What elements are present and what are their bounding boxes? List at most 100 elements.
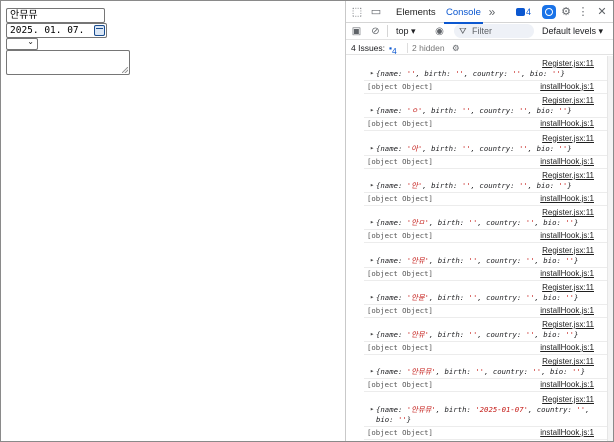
value-birth: '': [455, 69, 464, 78]
value-name: '안뮤': [406, 255, 429, 265]
key-bio: bio:: [543, 218, 566, 228]
expand-triangle-icon: ▸: [370, 218, 375, 227]
row-divider: [364, 378, 613, 380]
log-source-link[interactable]: Register.jsx:11: [542, 357, 594, 366]
value-birth: '': [475, 367, 485, 377]
log-object-preview: {name: '안뮤', birth: '', country: '', bio…: [376, 330, 578, 340]
row-divider: [364, 242, 613, 244]
sep: ,: [428, 255, 438, 265]
sep: ,: [534, 218, 544, 228]
key-country: country:: [486, 330, 526, 340]
key-name: name:: [380, 143, 407, 153]
filter-input[interactable]: ⛛ Filter: [454, 24, 534, 38]
expand-triangle-icon: ▸: [370, 292, 375, 301]
devtools-panel: ⬚ ▭ Elements Console » 4 ⚙ ⋮ ✕ ▣ ⊘ top ▾…: [345, 1, 613, 441]
log-source-link[interactable]: Register.jsx:11: [542, 134, 594, 143]
filter-icon: ⛛: [459, 26, 467, 36]
chevron-down-icon: ⌄: [27, 37, 34, 46]
hook-source-link[interactable]: installHook.js:1: [540, 380, 594, 389]
log-source-link[interactable]: Register.jsx:11: [542, 320, 594, 329]
expand-triangle-icon: ▸: [370, 404, 375, 413]
country-select[interactable]: ⌄: [6, 37, 38, 50]
clear-console-icon[interactable]: ⊘: [370, 26, 381, 37]
inspect-element-icon[interactable]: ⬚: [351, 6, 363, 18]
log-source-link[interactable]: Register.jsx:11: [542, 96, 594, 105]
issues-badge[interactable]: 4: [516, 7, 531, 17]
gear-icon[interactable]: ⚙: [452, 43, 460, 54]
issues-bar: 4 Issues: ▪ 4 2 hidden ⚙: [346, 40, 613, 56]
key-bio: bio:: [536, 180, 559, 190]
extension-icon[interactable]: [542, 5, 556, 19]
key-country: country:: [536, 404, 577, 414]
more-tabs-icon[interactable]: »: [486, 6, 498, 18]
log-source-link[interactable]: Register.jsx:11: [542, 59, 594, 68]
value-bio: '': [558, 180, 568, 190]
kebab-menu-icon[interactable]: ⋮: [577, 6, 589, 18]
context-select[interactable]: top ▾: [396, 26, 416, 37]
issues-count-link[interactable]: ▪ 4: [389, 43, 397, 56]
key-bio: bio:: [529, 69, 552, 78]
value-bio: '': [565, 255, 575, 265]
sep: ,: [477, 330, 487, 340]
sep: ,: [477, 292, 487, 302]
console-scrollbar[interactable]: [607, 56, 613, 441]
name-input[interactable]: 안뮤뮤: [6, 8, 105, 23]
log-source-link[interactable]: Register.jsx:11: [542, 283, 594, 292]
log-source-link[interactable]: Register.jsx:11: [542, 395, 594, 404]
value-bio: '': [551, 69, 561, 78]
sep: ,: [422, 143, 432, 153]
key-name: name:: [380, 367, 407, 377]
tab-elements[interactable]: Elements: [396, 7, 436, 18]
bio-textarea[interactable]: [6, 50, 130, 75]
hook-source-link[interactable]: installHook.js:1: [540, 428, 594, 437]
log-source-link[interactable]: Register.jsx:11: [542, 208, 594, 217]
log-object-preview: {name: '안뮤뮤', birth: '', country: '', bi…: [376, 367, 585, 377]
calendar-icon[interactable]: [94, 25, 105, 36]
log-source-link[interactable]: Register.jsx:11: [542, 246, 594, 255]
eye-icon[interactable]: ◉: [434, 26, 445, 37]
log-levels-select[interactable]: Default levels ▾: [542, 26, 603, 37]
key-country: country:: [472, 69, 513, 78]
expand-triangle-icon: ▸: [370, 330, 375, 339]
value-birth: '': [461, 143, 471, 153]
sidebar-toggle-icon[interactable]: ▣: [351, 26, 362, 37]
key-name: name:: [380, 330, 407, 340]
hook-source-link[interactable]: installHook.js:1: [540, 306, 594, 315]
devtools-tab-bar: ⬚ ▭ Elements Console » 4 ⚙ ⋮ ✕: [346, 1, 613, 24]
close-icon[interactable]: ✕: [596, 6, 608, 18]
gear-icon[interactable]: ⚙: [560, 6, 572, 18]
key-country: country:: [479, 106, 519, 116]
sep: ,: [527, 404, 537, 414]
birth-date-input[interactable]: 2025. 01. 07.: [6, 23, 107, 38]
sep: ,: [527, 106, 537, 116]
sep: ,: [527, 180, 537, 190]
hook-source-link[interactable]: installHook.js:1: [540, 194, 594, 203]
tab-console[interactable]: Console: [444, 7, 483, 24]
key-birth: birth:: [437, 255, 469, 265]
key-birth: birth:: [437, 218, 469, 228]
row-divider: [364, 279, 613, 281]
hook-source-link[interactable]: installHook.js:1: [540, 119, 594, 128]
sep: ,: [477, 218, 487, 228]
sep: ,: [435, 404, 445, 414]
brace: }: [567, 180, 572, 190]
expand-triangle-icon: ▸: [370, 367, 375, 376]
hook-source-link[interactable]: installHook.js:1: [540, 157, 594, 166]
hook-source-link[interactable]: installHook.js:1: [540, 343, 594, 352]
resize-grip-icon[interactable]: [122, 67, 128, 73]
expand-triangle-icon: ▸: [370, 69, 375, 77]
key-bio: bio:: [543, 292, 566, 302]
expand-triangle-icon: ▸: [370, 255, 375, 264]
hook-source-link[interactable]: installHook.js:1: [540, 231, 594, 240]
hook-source-link[interactable]: installHook.js:1: [540, 82, 594, 91]
value-name: '안뮤': [406, 330, 429, 340]
device-toolbar-icon[interactable]: ▭: [370, 6, 382, 18]
key-name: name:: [380, 292, 407, 302]
expand-triangle-icon: ▸: [370, 106, 375, 115]
row-divider: [364, 130, 613, 132]
hook-source-link[interactable]: installHook.js:1: [540, 269, 594, 278]
log-source-link[interactable]: Register.jsx:11: [542, 171, 594, 180]
page-content: 안뮤뮤 2025. 01. 07. ⌄: [1, 1, 345, 441]
console-toolbar: ▣ ⊘ top ▾ ◉ ⛛ Filter Default levels ▾: [346, 23, 613, 40]
key-country: country:: [479, 180, 519, 190]
